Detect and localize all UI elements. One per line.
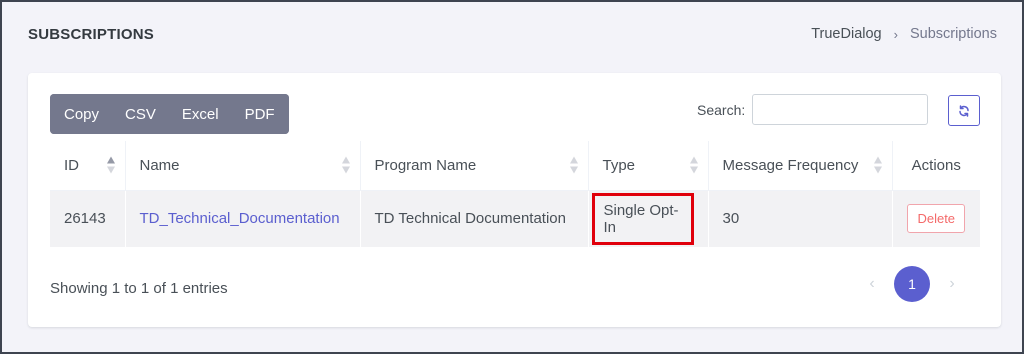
cell-actions: Delete: [892, 190, 980, 247]
breadcrumb-separator-icon: ›: [893, 26, 898, 42]
table-header-row: ID Name Program Name Type Message Freque…: [50, 141, 980, 191]
column-header-id[interactable]: ID: [50, 141, 126, 191]
sort-icon: [873, 156, 882, 174]
column-header-actions: Actions: [892, 141, 980, 191]
column-header-program-name[interactable]: Program Name: [360, 141, 589, 191]
column-header-name[interactable]: Name: [125, 141, 361, 191]
search-label: Search:: [697, 101, 746, 118]
breadcrumb: TrueDialog › Subscriptions: [811, 26, 997, 42]
next-page-icon[interactable]: ›: [938, 266, 966, 302]
delete-button[interactable]: Delete: [907, 204, 966, 234]
sort-icon: [106, 156, 115, 174]
subscriptions-table: ID Name Program Name Type Message Freque…: [50, 141, 980, 247]
pagination: ‹ 1 ›: [858, 266, 966, 302]
page-title: SUBSCRIPTIONS: [28, 26, 154, 43]
search-group: Search:: [697, 94, 929, 125]
export-button-group: Copy CSV Excel PDF: [50, 94, 289, 134]
sort-icon: [341, 156, 350, 174]
subscription-name-link[interactable]: TD_Technical_Documentation: [140, 210, 340, 227]
pdf-button[interactable]: PDF: [231, 94, 289, 134]
refresh-button[interactable]: [948, 95, 980, 126]
breadcrumb-current: Subscriptions: [909, 26, 997, 42]
subscriptions-card: Copy CSV Excel PDF Search: ID Name Progr…: [28, 73, 1001, 327]
column-header-type[interactable]: Type: [588, 141, 709, 191]
sort-icon: [689, 156, 698, 174]
cell-program-name: TD Technical Documentation: [360, 190, 589, 247]
refresh-icon: [959, 104, 969, 117]
table-row: 26143 TD_Technical_Documentation TD Tech…: [50, 190, 980, 247]
copy-button[interactable]: Copy: [50, 94, 113, 134]
type-highlight-box: Single Opt-In: [591, 192, 694, 245]
app-frame: SUBSCRIPTIONS TrueDialog › Subscriptions…: [0, 0, 1024, 354]
csv-button[interactable]: CSV: [112, 94, 169, 134]
breadcrumb-root-link[interactable]: TrueDialog: [811, 26, 881, 42]
page-1-button[interactable]: 1: [894, 266, 930, 302]
excel-button[interactable]: Excel: [168, 94, 232, 134]
previous-page-icon[interactable]: ‹: [858, 266, 886, 302]
sort-icon: [569, 156, 578, 174]
table-info: Showing 1 to 1 of 1 entries: [50, 280, 228, 297]
column-header-message-frequency[interactable]: Message Frequency: [708, 141, 893, 191]
cell-type: Single Opt-In: [588, 190, 709, 247]
cell-id: 26143: [50, 190, 126, 247]
cell-message-frequency: 30: [708, 190, 893, 247]
cell-name: TD_Technical_Documentation: [125, 190, 361, 247]
search-input[interactable]: [752, 94, 929, 125]
